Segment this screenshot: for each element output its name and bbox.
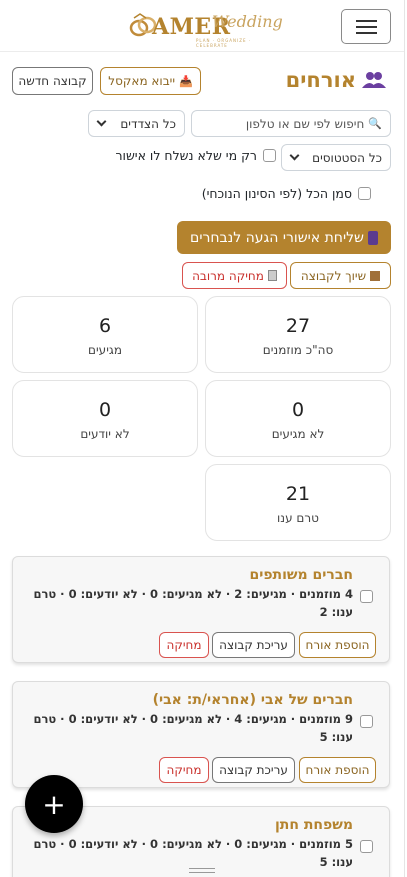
- add-guest-button[interactable]: הוספת אורח: [299, 632, 376, 658]
- delete-group-button[interactable]: מחיקה: [159, 632, 209, 658]
- search-icon: 🔍: [368, 117, 382, 130]
- add-fab-button[interactable]: +: [25, 775, 83, 833]
- stat-card-total: 27 סה"כ מוזמנים: [205, 296, 391, 373]
- add-guest-button[interactable]: הוספת אורח: [299, 757, 376, 783]
- edit-group-button[interactable]: עריכת קבוצה: [212, 632, 295, 658]
- page-title-text: אורחים: [285, 68, 356, 92]
- group-stats: 4 מוזמנים · מגיעים: 2 · לא מגיעים: 0 · ל…: [33, 587, 353, 619]
- group-name: חברים של אבי (אחראי/ת: אבי): [152, 692, 353, 708]
- trash-icon: [267, 270, 277, 281]
- import-excel-button[interactable]: 📥 ייבוא מאקסל: [100, 67, 201, 95]
- group-checkbox[interactable]: [360, 840, 373, 853]
- group-stats: 5 מוזמנים · מגיעים: 0 · לא מגיעים: 0 · ל…: [33, 837, 353, 869]
- edit-group-button[interactable]: עריכת קבוצה: [212, 757, 295, 783]
- logo-tagline: PLAN · ORGANIZE · CELEBRATE: [196, 38, 252, 48]
- plus-icon: +: [42, 787, 66, 821]
- sides-select[interactable]: כל הצדדים: [88, 110, 185, 137]
- group-stats: 9 מוזמנים · מגיעים: 4 · לא מגיעים: 0 · ל…: [33, 712, 353, 744]
- group-checkbox[interactable]: [360, 715, 373, 728]
- new-group-button[interactable]: קבוצה חדשה: [12, 67, 93, 95]
- group-name: חברים משותפים: [249, 567, 353, 583]
- scroll-handle[interactable]: [189, 868, 215, 874]
- page-title: אורחים: [286, 68, 386, 92]
- group-card: חברים של אבי (אחראי/ת: אבי) 9 מוזמנים · …: [12, 681, 390, 788]
- unsent-only-checkbox[interactable]: [263, 149, 276, 162]
- delete-group-button[interactable]: מחיקה: [159, 757, 209, 783]
- top-navbar: AMER Wedding PLAN · ORGANIZE · CELEBRATE: [0, 0, 404, 52]
- search-input[interactable]: 🔍 חיפוש לפי שם או טלפון: [191, 110, 391, 137]
- send-confirmations-button[interactable]: שליחת אישורי הגעה לנבחרים: [177, 221, 391, 254]
- inbox-icon: 📥: [179, 74, 193, 88]
- phone-icon: [367, 230, 378, 245]
- box-icon: [370, 270, 381, 281]
- logo-script-text: Wedding: [212, 12, 283, 31]
- chevron-down-icon: [96, 116, 107, 127]
- select-all-filter[interactable]: סמן הכל (לפי הסינון הנוכחי): [187, 186, 371, 201]
- hamburger-icon: [356, 20, 377, 22]
- select-all-checkbox[interactable]: [358, 187, 371, 200]
- assign-group-button[interactable]: שיוך לקבוצה: [290, 262, 391, 289]
- group-name: משפחת חתן: [275, 817, 353, 833]
- chevron-down-icon: [289, 150, 300, 161]
- app-frame: AMER Wedding PLAN · ORGANIZE · CELEBRATE…: [0, 0, 405, 877]
- stat-card-unknown: 0 לא יודעים: [12, 380, 198, 457]
- unsent-only-filter[interactable]: רק מי שלא נשלח לו אישור: [100, 148, 276, 163]
- users-icon: [362, 72, 386, 88]
- menu-toggle-button[interactable]: [341, 9, 391, 44]
- group-checkbox[interactable]: [360, 590, 373, 603]
- stat-card-attending: 6 מגיעים: [12, 296, 198, 373]
- group-card: חברים משותפים 4 מוזמנים · מגיעים: 2 · לא…: [12, 556, 390, 663]
- bulk-delete-button[interactable]: מחיקה מרובה: [182, 262, 287, 289]
- status-select[interactable]: כל הסטטוסים: [281, 144, 391, 171]
- brand-logo[interactable]: AMER Wedding PLAN · ORGANIZE · CELEBRATE: [126, 8, 283, 48]
- stat-card-not-attending: 0 לא מגיעים: [205, 380, 391, 457]
- stat-card-pending: 21 טרם ענו: [205, 464, 391, 541]
